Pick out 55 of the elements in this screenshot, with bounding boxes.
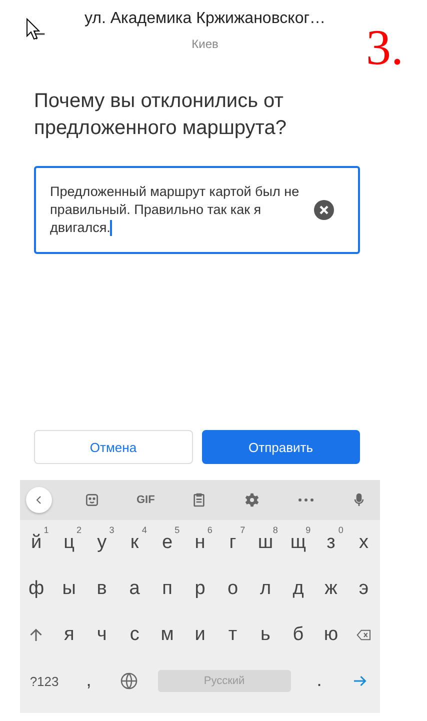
keyboard-key[interactable]: н 6 — [184, 523, 216, 563]
keyboard-key[interactable]: й 1 — [20, 523, 53, 563]
key-hint: 4 — [142, 525, 147, 535]
keyboard-key[interactable]: э — [347, 569, 380, 609]
street-title: ул. Академика Кржижановског… — [84, 10, 326, 28]
keyboard-key[interactable]: в — [85, 569, 118, 609]
keyboard-key[interactable]: д — [282, 569, 315, 609]
mouse-cursor-icon — [26, 18, 40, 40]
key-hint: 7 — [240, 525, 246, 535]
key-hint: 2 — [76, 525, 82, 535]
key-hint: 6 — [207, 525, 212, 535]
question-text: Почему вы отклонились от предложенного маршрута? — [34, 89, 288, 141]
keyboard-key[interactable]: о — [216, 569, 250, 609]
keyboard-key[interactable]: щ 9 — [282, 523, 315, 563]
comma-key[interactable]: , — [68, 661, 110, 701]
keyboard-key[interactable]: я — [52, 615, 86, 655]
keyboard-key[interactable]: т — [216, 615, 250, 655]
key-hint: 9 — [306, 525, 311, 535]
key-hint: 3 — [109, 525, 114, 535]
keyboard-key[interactable]: ю — [314, 615, 348, 655]
keyboard-key[interactable]: ч — [85, 615, 118, 655]
keyboard-key[interactable]: п — [150, 569, 184, 609]
keyboard-key[interactable]: ь — [249, 615, 282, 655]
keyboard-key[interactable]: . — [299, 661, 340, 701]
keyboard-key[interactable]: ф — [20, 569, 53, 609]
cancel-button[interactable]: Отмена — [34, 430, 192, 464]
key-hint: 0 — [338, 525, 344, 535]
keyboard-key[interactable]: м — [150, 615, 184, 655]
keyboard-key[interactable]: ы — [52, 569, 86, 609]
answer-field[interactable]: Предложенный маршрут картой был не правильный. Правильно так как я двигался. — [34, 166, 360, 254]
key-hint: 8 — [272, 525, 278, 535]
gif-button[interactable]: GIF — [132, 487, 159, 513]
symbols-key[interactable]: ?123 — [20, 661, 69, 701]
key-hint: 1 — [44, 525, 49, 535]
keyboard-key[interactable]: ж — [314, 569, 348, 609]
step-number: 3. — [366, 22, 404, 77]
keyboard-key[interactable]: л — [249, 569, 282, 609]
keyboard-key[interactable]: з 0 — [314, 523, 348, 563]
keyboard-key[interactable]: ш 8 — [249, 523, 282, 563]
keyboard-key[interactable]: ц 2 — [52, 523, 86, 563]
clear-icon[interactable] — [314, 200, 334, 220]
keyboard-key[interactable]: к 4 — [118, 523, 151, 563]
keyboard-key[interactable]: с — [118, 615, 151, 655]
key-hint: 5 — [174, 525, 180, 535]
city-subtitle: Киев — [192, 37, 218, 51]
keyboard-key[interactable]: е 5 — [150, 523, 184, 563]
send-button[interactable]: Отправить — [202, 430, 360, 464]
keyboard-key[interactable]: б — [282, 615, 315, 655]
keyboard-key[interactable]: р — [184, 569, 216, 609]
globe-icon[interactable] — [119, 671, 140, 691]
keyboard-key[interactable]: г 7 — [216, 523, 250, 563]
keyboard-key[interactable]: у 3 — [85, 523, 118, 563]
keyboard-key[interactable]: и — [184, 615, 216, 655]
keyboard-key[interactable]: х — [347, 523, 380, 563]
keyboard-key[interactable]: а — [118, 569, 151, 609]
